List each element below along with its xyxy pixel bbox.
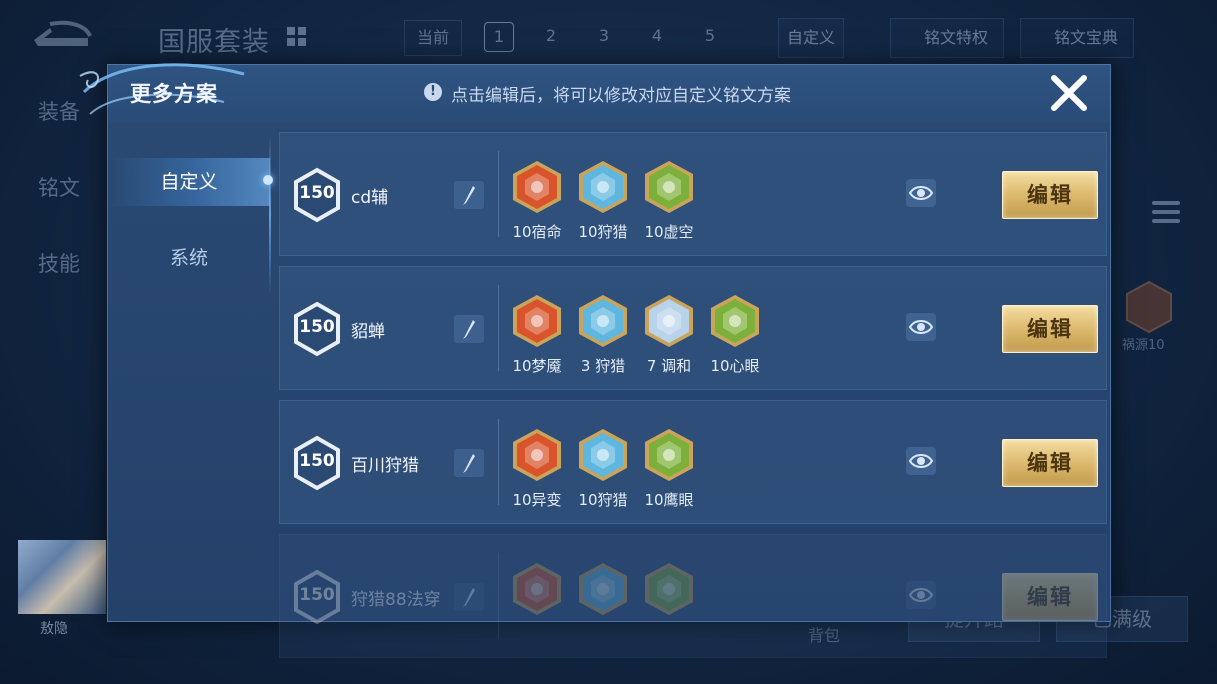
edit-button[interactable]: 编辑 [1002, 439, 1098, 487]
nav-indicator [263, 175, 273, 185]
rune-label: 10鹰眼 [644, 491, 694, 509]
slot-4[interactable]: 4 [643, 22, 671, 50]
side-tab-skill[interactable]: 技能 [38, 248, 80, 278]
preview-eye-icon[interactable] [906, 581, 936, 609]
scheme-nav: 自定义 系统 [108, 122, 270, 620]
rename-pencil-icon[interactable] [454, 449, 484, 477]
rune-green-icon[interactable] [642, 561, 696, 617]
scheme-name: 貂蝉 [351, 322, 385, 342]
nav-tab-custom[interactable]: 自定义 [108, 158, 270, 206]
scheme-row: 150 狩猎88法穿 编辑 [279, 534, 1107, 658]
scheme-name: 狩猎88法穿 [351, 590, 441, 610]
level-number: 150 [299, 183, 335, 203]
side-tab-rune[interactable]: 铭文 [38, 172, 80, 202]
info-icon: ! [424, 83, 442, 101]
custom-button[interactable]: 自定义 [778, 18, 844, 58]
rune-silver-icon[interactable] [642, 293, 696, 349]
right-rune-label: 祸源10 [1122, 338, 1165, 353]
close-icon[interactable] [1048, 72, 1090, 114]
rune-label: 10心眼 [710, 357, 760, 375]
slot-2[interactable]: 2 [537, 22, 565, 50]
rune-blue-icon[interactable] [576, 427, 630, 483]
nav-tab-system[interactable]: 系统 [108, 234, 270, 282]
slot-3[interactable]: 3 [590, 22, 618, 50]
edit-button[interactable]: 编辑 [1002, 573, 1098, 621]
preview-eye-icon[interactable] [906, 179, 936, 207]
rune-blue-icon[interactable] [576, 293, 630, 349]
hero-portrait[interactable] [18, 540, 106, 614]
rune-red-icon[interactable] [510, 159, 564, 215]
scheme-name: 百川狩猎 [351, 456, 419, 476]
scheme-row: 150 cd辅 10宿命 10狩猎 10虚空 编辑 [279, 132, 1107, 256]
preview-eye-icon[interactable] [906, 313, 936, 341]
rune-red-icon[interactable] [510, 561, 564, 617]
rune-green-icon[interactable] [642, 427, 696, 483]
rune-green-icon[interactable] [642, 159, 696, 215]
rename-pencil-icon[interactable] [454, 583, 484, 611]
back-icon[interactable] [30, 18, 94, 54]
level-number: 150 [299, 317, 335, 337]
rune-red-icon[interactable] [510, 427, 564, 483]
rune-green-icon[interactable] [708, 293, 762, 349]
rune-blue-icon[interactable] [576, 159, 630, 215]
hero-name: 敖隐 [40, 621, 68, 637]
rename-pencil-icon[interactable] [454, 315, 484, 343]
slot-5[interactable]: 5 [696, 22, 724, 50]
edit-button[interactable]: 编辑 [1002, 171, 1098, 219]
preview-eye-icon[interactable] [906, 447, 936, 475]
grid-icon[interactable] [287, 27, 307, 47]
privilege-button[interactable]: 铭文特权 [890, 18, 1004, 58]
scheme-row: 150 貂蝉 10梦魇 3 狩猎 7 调和 10心眼 编辑 [279, 266, 1107, 390]
edit-button[interactable]: 编辑 [1002, 305, 1098, 353]
modal-title: 更多方案 [130, 82, 218, 106]
rune-label: 10虚空 [644, 223, 694, 241]
privilege-label: 铭文特权 [923, 28, 988, 47]
scheme-row: 150 百川狩猎 10异变 10狩猎 10鹰眼 编辑 [279, 400, 1107, 524]
codex-button[interactable]: 铭文宝典 [1020, 18, 1134, 58]
rename-pencil-icon[interactable] [454, 181, 484, 209]
rune-red-icon[interactable] [510, 293, 564, 349]
menu-icon[interactable] [1152, 196, 1180, 228]
row-divider [498, 553, 499, 639]
level-number: 150 [299, 451, 335, 471]
modal-tip: 点击编辑后，将可以修改对应自定义铭文方案 [451, 86, 791, 106]
codex-label: 铭文宝典 [1053, 28, 1118, 47]
slot-1[interactable]: 1 [484, 22, 514, 52]
level-number: 150 [299, 585, 335, 605]
rune-icon [1126, 280, 1172, 334]
current-label: 当前 [404, 20, 462, 56]
nav-divider [269, 134, 271, 294]
rune-blue-icon[interactable] [576, 561, 630, 617]
scheme-name: cd辅 [351, 188, 389, 208]
